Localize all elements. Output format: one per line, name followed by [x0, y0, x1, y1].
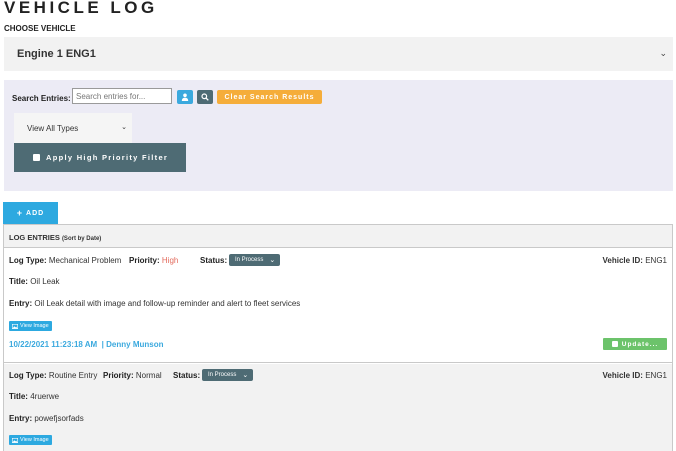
entry-title-field: Title: 4ruerwe [9, 392, 60, 401]
entry-text-field: Entry: Oil Leak detail with image and fo… [9, 299, 301, 308]
sort-label[interactable]: (Sort by Date) [62, 236, 101, 242]
page-title: VEHICLE LOG [4, 0, 158, 17]
priority-field: Priority: High [129, 256, 179, 265]
status-label: Status: [173, 371, 201, 380]
chevron-down-icon: ⌄ [269, 257, 276, 264]
status-dropdown[interactable]: In Process ⌄ [229, 254, 280, 266]
person-search-button[interactable] [177, 90, 193, 104]
add-button[interactable]: + ADD [3, 202, 58, 224]
vehicle-id-field: Vehicle ID: ENG1 [602, 256, 668, 265]
view-image-button[interactable]: View Image [9, 321, 52, 331]
log-entry: Log Type: Routine Entry Priority: Normal… [4, 364, 672, 451]
vehicle-select-value: Engine 1 ENG1 [17, 48, 96, 60]
vehicle-id-field: Vehicle ID: ENG1 [602, 371, 668, 380]
log-type-select-value: View All Types [27, 123, 79, 133]
search-input[interactable] [72, 88, 172, 104]
choose-vehicle-label: CHOOSE VEHICLE [4, 24, 76, 33]
status-label: Status: [200, 256, 228, 265]
clear-search-button[interactable]: Clear Search Results [217, 90, 322, 104]
search-icon [201, 93, 209, 101]
status-dropdown[interactable]: In Process ⌄ [202, 369, 253, 381]
high-priority-filter-button[interactable]: Apply High Priority Filter [14, 143, 186, 172]
chevron-down-icon: ⌄ [242, 372, 249, 379]
vehicle-select[interactable]: Engine 1 ENG1 ⌄ [4, 37, 673, 71]
search-button[interactable] [197, 90, 213, 104]
search-label: Search Entries: [12, 94, 71, 103]
entry-title-field: Title: Oil Leak [9, 277, 60, 286]
entry-meta: 10/22/2021 11:23:18 AM | Denny Munson [9, 340, 164, 349]
log-type-field: Log Type: Mechanical Problem [9, 256, 122, 265]
priority-field: Priority: Normal [103, 371, 162, 380]
entry-text-field: Entry: powefjsorfads [9, 414, 84, 423]
image-icon [12, 323, 18, 329]
image-icon [12, 437, 18, 443]
log-type-select[interactable]: View All Types ⌄ [14, 113, 132, 143]
add-button-label: ADD [26, 209, 45, 217]
filter-panel: Search Entries: Clear Search Results Vie… [4, 80, 673, 191]
log-entry: Log Type: Mechanical Problem Priority: H… [4, 248, 672, 363]
priority-checkbox[interactable] [33, 154, 40, 161]
chevron-down-icon: ⌄ [121, 124, 127, 131]
log-type-field: Log Type: Routine Entry [9, 371, 98, 380]
chevron-down-icon: ⌄ [659, 48, 667, 58]
update-button[interactable]: Update... [603, 338, 667, 350]
person-icon [181, 93, 189, 101]
edit-icon [611, 341, 618, 347]
entry-author: Denny Munson [106, 340, 164, 349]
log-entries-header: LOG ENTRIES (Sort by Date) [4, 225, 672, 248]
entry-date: 10/22/2021 11:23:18 AM [9, 340, 98, 349]
plus-icon: + [16, 208, 24, 218]
priority-filter-label: Apply High Priority Filter [46, 153, 169, 162]
view-image-button[interactable]: View Image [9, 435, 52, 445]
log-entries-panel: LOG ENTRIES (Sort by Date) Log Type: Mec… [3, 224, 673, 451]
log-entries-title: LOG ENTRIES (Sort by Date) [9, 233, 102, 242]
